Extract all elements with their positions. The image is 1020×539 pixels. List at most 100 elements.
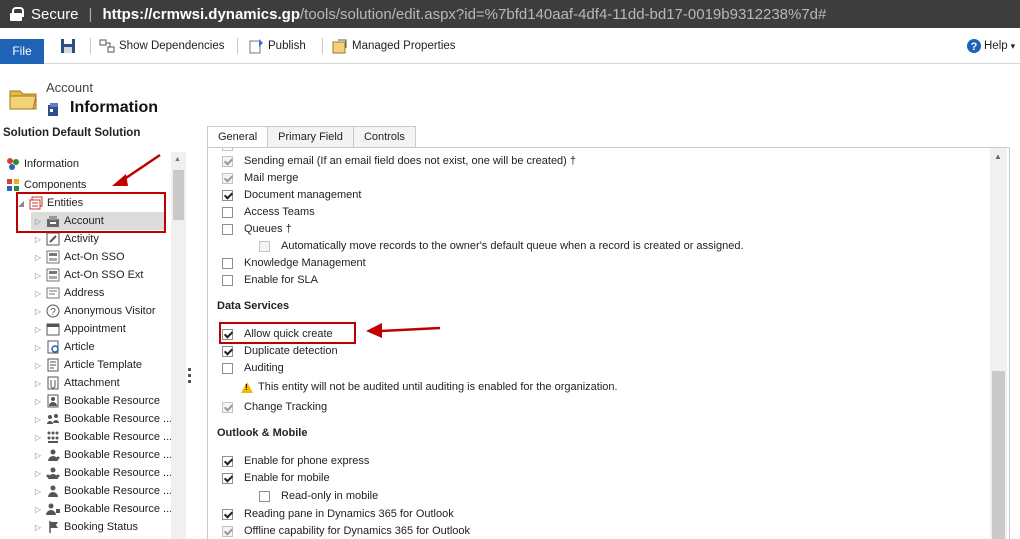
enable-mobile-checkbox[interactable] (222, 472, 233, 484)
read-only-mobile-checkbox[interactable] (259, 490, 270, 502)
nav-item-bookable-resource-5[interactable]: ▷ Bookable Resource ... (33, 464, 172, 482)
components-icon (7, 179, 19, 191)
option-mail-merge[interactable]: Mail merge (222, 170, 298, 186)
collapsed-arrow-icon[interactable]: ▷ (33, 307, 43, 316)
option-knowledge-management[interactable]: Knowledge Management (222, 255, 366, 271)
url-path[interactable]: /tools/solution/edit.aspx?id=%7bfd140aaf… (300, 6, 826, 23)
collapsed-arrow-icon[interactable]: ▷ (33, 469, 43, 478)
option-auto-move-queue[interactable]: Automatically move records to the owner'… (259, 238, 744, 254)
knowledge-management-checkbox[interactable] (222, 257, 233, 269)
browser-address-bar[interactable]: Secure | https://crmwsi.dynamics.gp/tool… (0, 0, 1020, 28)
reading-pane-checkbox[interactable] (222, 508, 233, 520)
option-access-teams[interactable]: Access Teams (222, 204, 315, 220)
url-host[interactable]: https://crmwsi.dynamics.gp (102, 6, 300, 23)
enable-sla-checkbox[interactable] (222, 274, 233, 286)
option-label: Sending email (If an email field does no… (244, 155, 577, 167)
managed-properties-button[interactable]: Managed Properties (332, 36, 456, 56)
collapsed-arrow-icon[interactable]: ▷ (33, 325, 43, 334)
change-tracking-checkbox[interactable] (222, 401, 233, 413)
nav-item-booking-status[interactable]: ▷ Booking Status (33, 518, 138, 536)
option-auditing[interactable]: Auditing (222, 360, 284, 376)
phone-express-checkbox[interactable] (222, 455, 233, 467)
duplicate-detection-checkbox[interactable] (222, 345, 233, 357)
scroll-up-icon[interactable]: ▲ (994, 152, 1002, 161)
option-offline-capability[interactable]: Offline capability for Dynamics 365 for … (222, 523, 470, 539)
collapsed-arrow-icon[interactable]: ▷ (33, 253, 43, 262)
panel-scrollbar[interactable]: ▲ (990, 148, 1007, 539)
annotation-arrow-quick-create (366, 323, 441, 338)
auto-move-queue-checkbox[interactable] (259, 240, 270, 252)
custom-entity-icon (46, 268, 60, 282)
nav-item-bookable-resource-4[interactable]: ▷ Bookable Resource ... (33, 446, 172, 464)
tab-primary-field[interactable]: Primary Field (267, 126, 354, 148)
collapsed-arrow-icon[interactable]: ▷ (33, 487, 43, 496)
option-enable-mobile[interactable]: Enable for mobile (222, 470, 330, 486)
option-label: Queues † (244, 223, 292, 235)
collapsed-arrow-icon[interactable]: ▷ (33, 523, 43, 532)
queues-checkbox[interactable] (222, 223, 233, 235)
option-read-only-mobile[interactable]: Read-only in mobile (259, 488, 378, 504)
option-phone-express[interactable]: Enable for phone express (222, 453, 369, 469)
collapsed-arrow-icon[interactable]: ▷ (33, 271, 43, 280)
sending-email-checkbox[interactable] (222, 155, 233, 167)
option-duplicate-detection[interactable]: Duplicate detection (222, 343, 338, 359)
file-button[interactable]: File (0, 39, 44, 64)
activity-icon (46, 232, 60, 246)
collapsed-arrow-icon[interactable]: ▷ (33, 379, 43, 388)
collapsed-arrow-icon[interactable]: ▷ (33, 289, 43, 298)
custom-entity-icon (46, 250, 60, 264)
nav-item-bookable-resource-3[interactable]: ▷ Bookable Resource ... (33, 428, 172, 446)
nav-item-act-on-sso[interactable]: ▷ Act-On SSO (33, 248, 125, 266)
auditing-checkbox[interactable] (222, 362, 233, 374)
option-sending-email[interactable]: Sending email (If an email field does no… (222, 153, 576, 169)
mail-merge-checkbox[interactable] (222, 172, 233, 184)
option-label: Enable for phone express (244, 455, 370, 467)
option-reading-pane[interactable]: Reading pane in Dynamics 365 for Outlook (222, 506, 454, 522)
page-title: Information (70, 99, 158, 116)
document-management-checkbox[interactable] (222, 189, 233, 201)
collapsed-arrow-icon[interactable]: ▷ (33, 343, 43, 352)
option-change-tracking[interactable]: Change Tracking (222, 399, 327, 415)
splitter-handle[interactable] (188, 368, 191, 388)
publish-button[interactable]: Publish (248, 36, 306, 56)
help-button[interactable]: ? Help ▾ (966, 36, 1015, 56)
nav-item-appointment[interactable]: ▷ Appointment (33, 320, 126, 338)
annotation-box-entities (16, 192, 166, 233)
panel-scrollbar-thumb[interactable] (992, 371, 1005, 539)
nav-item-bookable-resource-7[interactable]: ▷ Bookable Resource ... (33, 500, 172, 518)
nav-item-bookable-resource-6[interactable]: ▷ Bookable Resource ... (33, 482, 172, 500)
address-icon (46, 287, 60, 299)
nav-item-anonymous-visitor[interactable]: ▷ ? Anonymous Visitor (33, 302, 156, 320)
nav-item-information[interactable]: Information (6, 155, 79, 173)
collapsed-arrow-icon[interactable]: ▷ (33, 433, 43, 442)
option-label: Document management (244, 189, 362, 201)
show-dependencies-button[interactable]: Show Dependencies (99, 36, 225, 56)
option-enable-sla[interactable]: Enable for SLA (222, 272, 318, 288)
access-teams-checkbox[interactable] (222, 206, 233, 218)
collapsed-arrow-icon[interactable]: ▷ (33, 415, 43, 424)
collapsed-arrow-icon[interactable]: ▷ (33, 451, 43, 460)
nav-item-address[interactable]: ▷ Address (33, 284, 104, 302)
collapsed-arrow-icon[interactable]: ▷ (33, 235, 43, 244)
collapsed-arrow-icon[interactable]: ▷ (33, 505, 43, 514)
nav-item-article-template[interactable]: ▷ Article Template (33, 356, 142, 374)
nav-item-bookable-resource-2[interactable]: ▷ Bookable Resource ... (33, 410, 172, 428)
tab-controls[interactable]: Controls (352, 126, 416, 148)
nav-scrollbar-thumb[interactable] (173, 170, 184, 220)
option-document-management[interactable]: Document management (222, 187, 361, 203)
scroll-up-icon[interactable]: ▲ (174, 156, 181, 163)
option-label: Access Teams (244, 206, 315, 218)
collapsed-arrow-icon[interactable]: ▷ (33, 361, 43, 370)
nav-item-act-on-sso-ext[interactable]: ▷ Act-On SSO Ext (33, 266, 143, 284)
nav-item-attachment[interactable]: ▷ Attachment (33, 374, 120, 392)
option-queues[interactable]: Queues † (222, 221, 292, 237)
nav-item-label: Bookable Resource ... (64, 467, 173, 479)
tab-general[interactable]: General (207, 126, 269, 149)
option-label: Enable for SLA (244, 274, 318, 286)
save-button[interactable] (60, 36, 80, 56)
nav-item-bookable-resource[interactable]: ▷ Bookable Resource (33, 392, 160, 410)
collapsed-arrow-icon[interactable]: ▷ (33, 397, 43, 406)
nav-item-article[interactable]: ▷ Article (33, 338, 95, 356)
offline-capability-checkbox[interactable] (222, 525, 233, 537)
nav-scrollbar[interactable]: ▲ (171, 152, 186, 539)
